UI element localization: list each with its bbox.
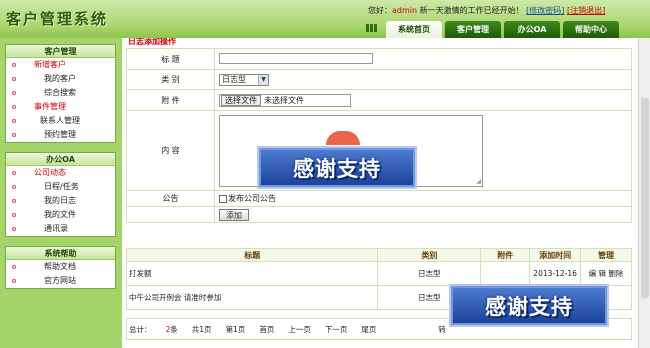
sidebar-item-new-customer[interactable]: 新增客户 (6, 58, 115, 72)
sidebar-item-my-customers[interactable]: 我的客户 (6, 72, 115, 86)
goto-page-label: 转 (438, 324, 446, 334)
table-row: 打发额 日志型 2013-12-16 编 辑 删除 (125, 261, 632, 286)
row-title[interactable]: 打发额 (125, 261, 379, 286)
row-date: 2013-12-16 (529, 261, 582, 286)
attachment-label: 附 件 (126, 89, 215, 111)
bullet-icon (12, 213, 16, 217)
bullet-icon (12, 227, 16, 231)
sidebar-item-address-book[interactable]: 通讯录 (6, 222, 115, 236)
nav-decoration-icon (366, 24, 380, 32)
delete-link[interactable]: 删除 (608, 269, 623, 278)
greeting-prefix: 您好： (368, 6, 392, 15)
choose-file-button[interactable]: 选择文件 (221, 94, 261, 106)
greeting-bar: 您好：admin 新一天激情的工作已经开始！ [修改密码] [注销退出] (368, 5, 605, 16)
publish-notice-checkbox[interactable] (219, 194, 227, 203)
column-header: 类别 (377, 248, 482, 262)
tab-home[interactable]: 系统首页 (386, 21, 442, 38)
file-input[interactable]: 选择文件 未选择文件 (219, 93, 351, 107)
bullet-icon (12, 133, 16, 137)
no-file-text: 未选择文件 (264, 95, 304, 105)
next-page-link[interactable]: 下一页 (325, 324, 348, 335)
bullet-icon (12, 91, 16, 95)
row-category: 日志型 (377, 261, 482, 286)
sidebar-item-contacts[interactable]: 联系人管理 (6, 114, 115, 128)
sidebar-group-title: 办公OA (6, 153, 115, 166)
first-page-link[interactable]: 首页 (259, 324, 274, 335)
tab-customers[interactable]: 客户管理 (445, 21, 501, 38)
sidebar-item-my-files[interactable]: 我的文件 (6, 208, 115, 222)
row-title[interactable]: 中午公司开例会 请准时参加 (125, 285, 379, 310)
column-header: 管理 (580, 248, 632, 262)
section-title: 日志添加操作 (128, 38, 176, 46)
content-label: 内 容 (126, 110, 215, 191)
sidebar-group-title: 客户管理 (6, 45, 115, 58)
header: 客户管理系统 您好：admin 新一天激情的工作已经开始！ [修改密码] [注销… (0, 0, 650, 38)
vertical-scrollbar[interactable] (638, 38, 650, 348)
current-page: 第1页 (225, 324, 246, 334)
watermark-thanks: 感谢支持 (449, 284, 609, 327)
bullet-icon (12, 279, 16, 283)
resize-grip-icon[interactable]: ◢ (476, 178, 481, 185)
sidebar-group-office: 办公OA 公司动态 日程/任务 我的日志 我的文件 通讯录 (5, 152, 116, 237)
bullet-icon (12, 185, 16, 189)
category-select[interactable]: 日志型 ▼ (219, 73, 269, 86)
sidebar-item-events[interactable]: 事件管理 (6, 100, 115, 114)
log-add-form: 标 题 类 别 日志型 ▼ 附 件 选择文件 未选择文件 内 容 ◢ 公告 发布公司… (126, 48, 632, 223)
row-actions: 编 辑 删除 (580, 261, 632, 286)
logout-link[interactable]: [注销退出] (567, 6, 605, 15)
sidebar-item-schedule[interactable]: 日程/任务 (6, 180, 115, 194)
title-label: 标 题 (126, 48, 215, 70)
bullet-icon (12, 199, 16, 203)
top-nav-tabs: 系统首页 客户管理 办公OA 帮助中心 (386, 21, 619, 38)
tab-office-oa[interactable]: 办公OA (504, 21, 560, 38)
add-button[interactable]: 添加 (219, 208, 249, 221)
sidebar: 客户管理 新增客户 我的客户 综合搜索 事件管理 联系人管理 预约管理 办公OA… (0, 38, 122, 348)
prev-page-link[interactable]: 上一页 (288, 324, 311, 335)
total-count: 总计： 2条 (129, 324, 178, 334)
watermark-thanks: 感谢支持 (257, 146, 417, 189)
sidebar-group-title: 系统帮助 (6, 247, 115, 260)
sidebar-item-help-docs[interactable]: 帮助文档 (6, 260, 115, 274)
notice-label: 公告 (126, 190, 215, 207)
bullet-icon (12, 119, 16, 123)
edit-link[interactable]: 编 辑 (589, 269, 606, 278)
sidebar-group-help: 系统帮助 帮助文档 官方网站 (5, 246, 116, 289)
sidebar-group-customers: 客户管理 新增客户 我的客户 综合搜索 事件管理 联系人管理 预约管理 (5, 44, 116, 143)
tab-help-center[interactable]: 帮助中心 (563, 21, 619, 38)
sidebar-item-my-log[interactable]: 我的日志 (6, 194, 115, 208)
scrollbar-thumb[interactable] (641, 98, 649, 298)
sidebar-item-appointments[interactable]: 预约管理 (6, 128, 115, 142)
sidebar-item-official-site[interactable]: 官方网站 (6, 274, 115, 288)
bullet-icon (12, 105, 16, 109)
username: admin (392, 6, 418, 15)
column-header: 添加时间 (529, 248, 582, 262)
column-header: 附件 (480, 248, 531, 262)
change-password-link[interactable]: [修改密码] (526, 6, 564, 15)
bullet-icon (12, 77, 16, 81)
category-label: 类 别 (126, 69, 215, 90)
bullet-icon (12, 265, 16, 269)
app-logo-title: 客户管理系统 (6, 10, 109, 28)
sidebar-item-search[interactable]: 综合搜索 (6, 86, 115, 100)
column-header: 标题 (125, 248, 379, 262)
total-pages: 共1页 (191, 324, 212, 334)
title-input[interactable] (219, 53, 373, 64)
row-attachment (480, 261, 531, 286)
chevron-down-icon: ▼ (258, 74, 268, 85)
bullet-icon (12, 63, 16, 67)
bullet-icon (12, 171, 16, 175)
publish-notice-label: 发布公司公告 (228, 194, 276, 203)
sidebar-item-company-news[interactable]: 公司动态 (6, 166, 115, 180)
greeting-suffix: 新一天激情的工作已经开始！ (417, 6, 524, 15)
last-page-link[interactable]: 尾页 (361, 324, 376, 335)
